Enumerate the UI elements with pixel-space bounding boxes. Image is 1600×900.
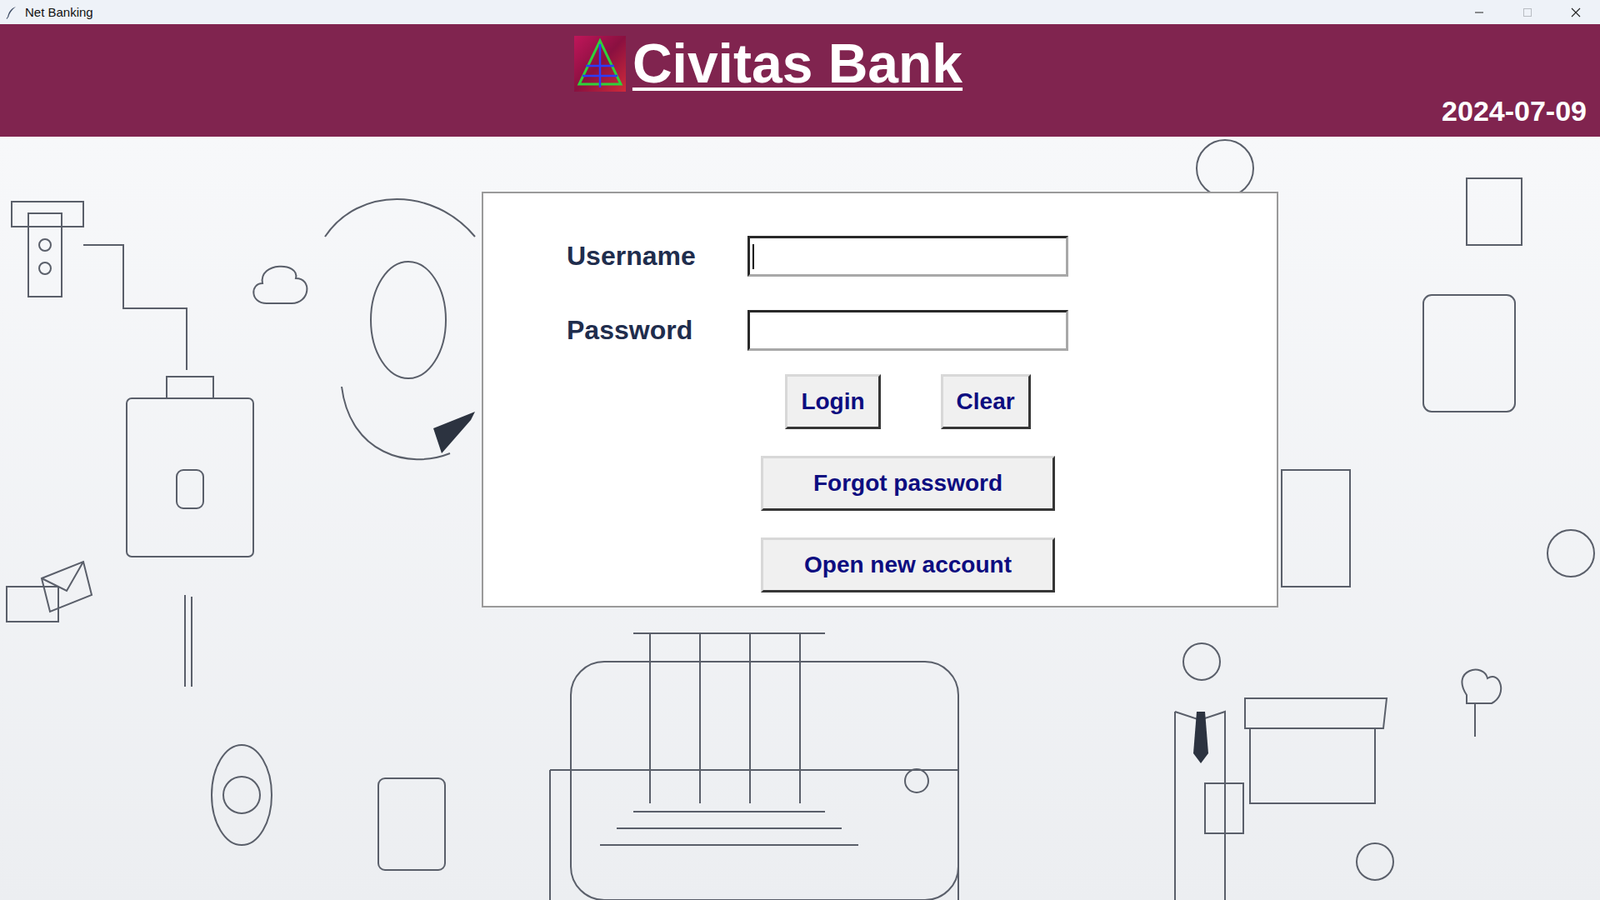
forgot-password-button[interactable]: Forgot password [760,455,1055,511]
bank-logo-icon [574,35,626,92]
minimize-button[interactable] [1455,0,1504,25]
feather-icon [5,5,19,20]
clear-button[interactable]: Clear [940,374,1031,430]
maximize-button [1503,0,1552,25]
password-label: Password [566,315,748,346]
minimize-icon [1474,7,1485,18]
title-bar: Net Banking [0,0,1600,25]
password-input[interactable] [747,310,1069,351]
login-button[interactable]: Login [785,374,880,430]
text-caret [752,244,755,270]
brand: Civitas Bank [0,32,1587,96]
close-button[interactable] [1551,0,1600,25]
open-new-account-button[interactable]: Open new account [760,537,1055,593]
login-form: Username Password Login Clear Forgot pass… [481,191,1279,608]
net-banking-window: Net Banking Civitas Bank 2024-07-09 User… [0,0,1600,900]
maximize-icon [1522,7,1533,18]
bank-header: Civitas Bank 2024-07-09 [0,24,1600,137]
bank-title: Civitas Bank [632,32,963,96]
close-icon [1570,7,1581,18]
current-date: 2024-07-09 [1441,95,1587,127]
username-input[interactable] [747,235,1069,277]
window-title: Net Banking [25,5,94,20]
username-label: Username [566,240,748,272]
login-area: Username Password Login Clear Forgot pass… [0,136,1600,900]
